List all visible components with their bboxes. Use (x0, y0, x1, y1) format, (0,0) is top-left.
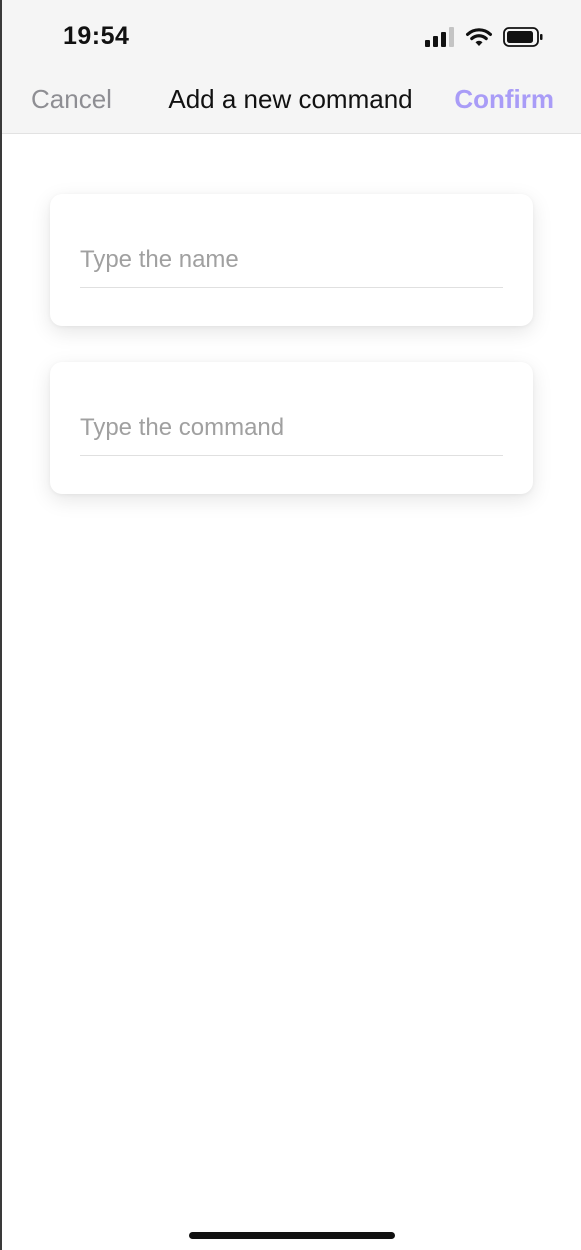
app-screen: 19:54 Cancel Add a new command Confirm (2, 0, 581, 1250)
status-icons (425, 26, 543, 48)
name-input[interactable] (80, 232, 503, 288)
page-title-text: Add a new command (168, 84, 413, 114)
cellular-signal-icon (425, 27, 454, 47)
name-card (50, 194, 533, 326)
command-input[interactable] (80, 400, 503, 456)
command-card (50, 362, 533, 494)
status-time: 19:54 (63, 22, 130, 50)
wifi-icon (466, 28, 492, 46)
header: 19:54 Cancel Add a new command Confirm (2, 0, 581, 134)
battery-icon (503, 27, 543, 47)
cancel-button[interactable]: Cancel (31, 84, 112, 115)
home-indicator[interactable] (189, 1232, 395, 1239)
confirm-button[interactable]: Confirm (454, 84, 554, 115)
